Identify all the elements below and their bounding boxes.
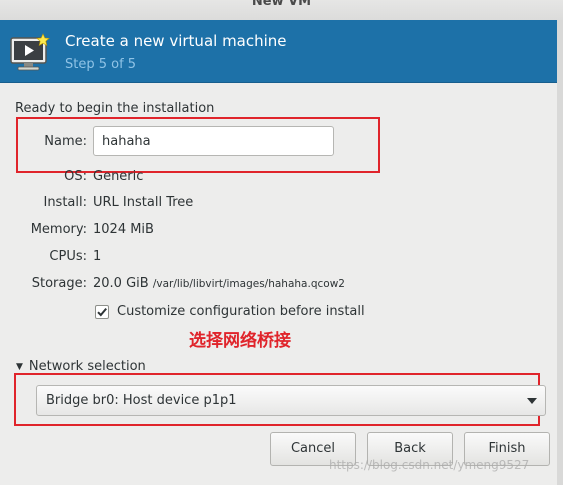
- wizard-header: Create a new virtual machine Step 5 of 5: [0, 20, 557, 83]
- memory-label: Memory:: [30, 222, 87, 237]
- checkmark-icon: [97, 307, 107, 317]
- bridge-annotation: 选择网络桥接: [189, 331, 291, 351]
- new-vm-window: New VM Create a new virtual machine Step…: [0, 0, 563, 485]
- window-title: New VM: [251, 0, 312, 9]
- window-edge: [557, 20, 563, 485]
- customize-checkbox[interactable]: [95, 305, 109, 319]
- dropdown-arrow-icon: [527, 398, 537, 404]
- name-input[interactable]: [93, 126, 334, 156]
- network-expander-label: Network selection: [28, 359, 146, 374]
- expander-arrow-icon: ▼: [16, 362, 23, 372]
- virtual-machine-monitor-icon: [9, 33, 51, 73]
- customize-label[interactable]: Customize configuration before install: [117, 304, 365, 319]
- cpus-label: CPUs:: [49, 249, 87, 264]
- os-value: Generic: [93, 169, 144, 184]
- install-label: Install:: [43, 195, 87, 210]
- storage-size: 20.0 GiB: [93, 276, 149, 291]
- network-selected-value: Bridge br0: Host device p1p1: [46, 393, 237, 408]
- wizard-step: Step 5 of 5: [65, 57, 137, 72]
- storage-path: /var/lib/libvirt/images/hahaha.qcow2: [152, 278, 345, 290]
- wizard-title: Create a new virtual machine: [65, 32, 287, 50]
- cpus-value: 1: [93, 249, 102, 264]
- window-titlebar[interactable]: New VM: [0, 0, 563, 21]
- network-source-dropdown[interactable]: Bridge br0: Host device p1p1: [36, 385, 546, 416]
- memory-value: 1024 MiB: [93, 222, 154, 237]
- network-expander[interactable]: ▼ Network selection: [16, 359, 146, 374]
- ready-heading: Ready to begin the installation: [15, 101, 215, 116]
- name-label: Name:: [44, 134, 87, 149]
- watermark: https://blog.csdn.net/ymeng9527: [329, 458, 530, 472]
- os-label: OS:: [64, 169, 87, 184]
- storage-label: Storage:: [31, 276, 87, 291]
- storage-value: 20.0 GiB /var/lib/libvirt/images/hahaha.…: [93, 276, 345, 291]
- install-value: URL Install Tree: [93, 195, 194, 210]
